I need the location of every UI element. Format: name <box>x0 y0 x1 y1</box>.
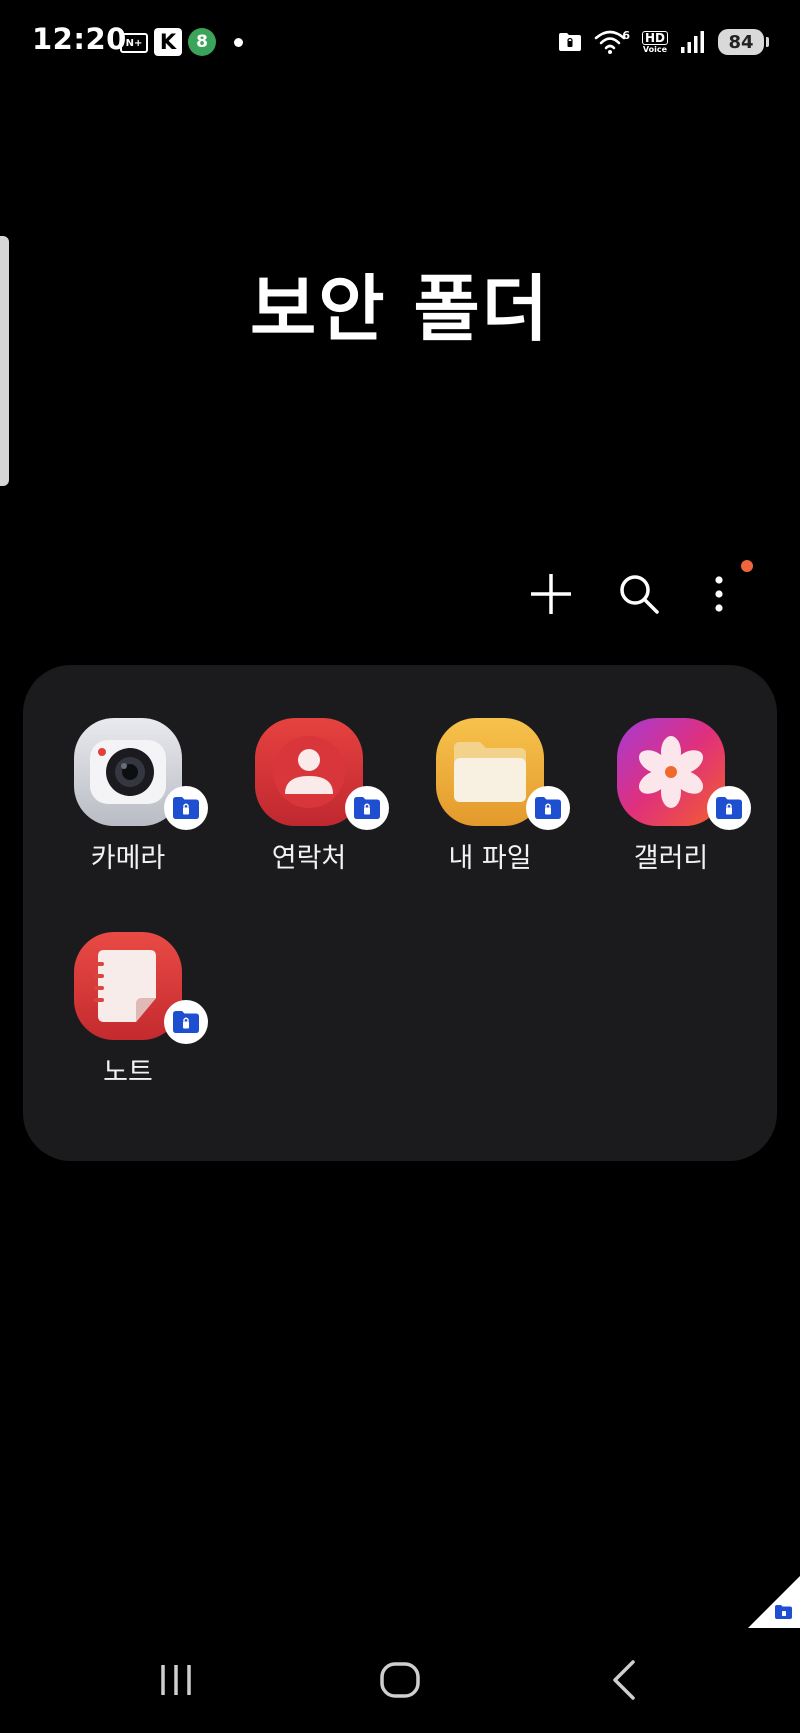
more-vert-icon <box>715 576 723 612</box>
secure-folder-badge-icon <box>164 1000 208 1044</box>
app-gallery[interactable]: 갤러리 <box>591 718 751 898</box>
secure-folder-badge-icon <box>526 786 570 830</box>
app-camera[interactable]: 카메라 <box>48 718 208 898</box>
more-options-button[interactable] <box>691 566 747 622</box>
secure-folder-badge-icon <box>164 786 208 830</box>
app-label: 카메라 <box>90 843 166 874</box>
add-app-button[interactable] <box>523 566 579 622</box>
app-contacts[interactable]: 연락처 <box>229 718 389 898</box>
app-my-files[interactable]: 내 파일 <box>410 718 570 898</box>
more-notifications-dot-icon <box>234 38 243 47</box>
app-label: 내 파일 <box>448 843 532 874</box>
k-app-notification-icon: K <box>154 28 182 56</box>
signal-strength-icon <box>681 31 704 53</box>
voice-label: Voice <box>642 44 668 54</box>
back-button[interactable] <box>585 1645 665 1715</box>
battery-indicator: 84 <box>718 29 769 55</box>
apps-grid: 카메라 연락처 내 파일 갤러리 노트 <box>23 665 777 1161</box>
app-label: 노트 <box>103 1057 153 1088</box>
green-app-notification-icon: 8 <box>188 28 216 56</box>
search-button[interactable] <box>611 566 667 622</box>
secure-folder-badge-icon <box>707 786 751 830</box>
app-notes[interactable]: 노트 <box>48 932 208 1112</box>
secure-folder-corner-icon <box>748 1576 800 1628</box>
recents-button[interactable] <box>136 1645 216 1715</box>
recents-icon <box>161 1665 191 1695</box>
search-icon <box>620 575 659 614</box>
home-button[interactable] <box>360 1645 440 1715</box>
update-notification-dot <box>741 560 753 572</box>
plus-icon <box>531 574 571 614</box>
status-bar: 12:20 N+ K 8 6 HD Voice 84 <box>0 0 800 86</box>
app-label: 갤러리 <box>633 843 709 874</box>
naver-notification-icon: N+ <box>120 33 148 53</box>
status-right-icons: 6 HD Voice 84 <box>558 24 769 60</box>
wifi-icon: 6 <box>594 29 630 55</box>
hd-voice-icon: HD Voice <box>641 30 668 54</box>
app-label: 연락처 <box>271 843 347 874</box>
hd-label: HD <box>641 30 668 45</box>
page-title: 보안 폴더 <box>249 267 551 351</box>
status-time: 12:20 <box>32 22 127 56</box>
home-icon <box>380 1662 420 1698</box>
secure-folder-badge-icon <box>345 786 389 830</box>
back-icon <box>613 1660 635 1700</box>
secure-folder-status-icon <box>559 33 582 51</box>
wifi-band-label: 6 <box>622 29 630 42</box>
